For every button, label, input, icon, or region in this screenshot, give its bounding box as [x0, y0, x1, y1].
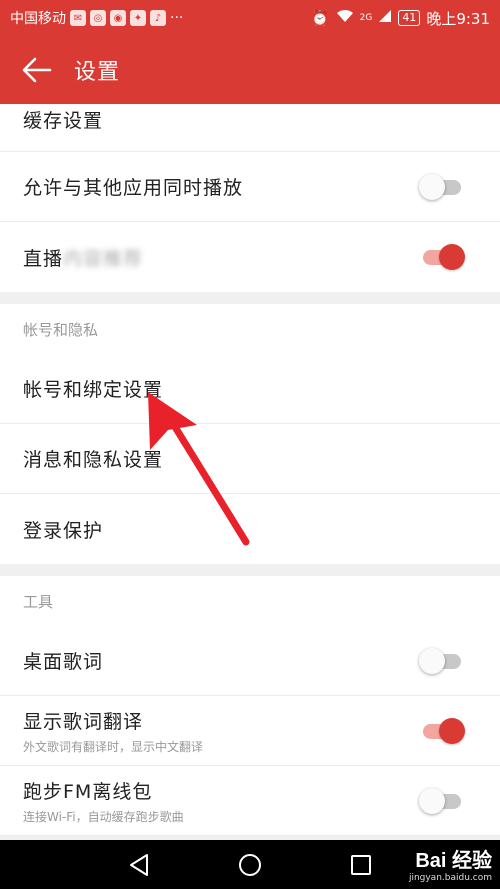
- battery-icon: 41: [398, 10, 421, 26]
- triangle-back-icon: [130, 853, 148, 876]
- app-bar: 设置: [0, 36, 500, 104]
- live-recommend-item[interactable]: 直播内容推荐: [0, 222, 500, 292]
- alarm-icon: ⏰: [310, 9, 330, 27]
- arrow-left-icon: [22, 57, 52, 83]
- row-label: 消息和隐私设置: [23, 449, 164, 471]
- mix-playback-toggle[interactable]: [419, 173, 465, 200]
- desktop-lyrics-toggle[interactable]: [419, 647, 465, 674]
- clock: 晚上9:31: [426, 9, 490, 28]
- lyrics-translation-item[interactable]: 显示歌词翻译 外文歌词有翻译时，显示中文翻译: [0, 696, 500, 766]
- message-privacy-item[interactable]: 消息和隐私设置: [0, 424, 500, 494]
- login-protection-item[interactable]: 登录保护: [0, 494, 500, 564]
- wifi-icon: [336, 9, 354, 27]
- playback-section: 缓存设置 允许与其他应用同时播放 直播内容推荐: [0, 104, 500, 292]
- watermark-sub: jingyan.baidu.com: [408, 873, 492, 883]
- baidu-jingyan-watermark: Bai 经验 jingyan.baidu.com: [409, 844, 492, 883]
- circle-home-icon: [239, 853, 261, 876]
- status-bar: 中国移动 ✉ ◎ ◉ ✦ ♪ ··· ⏰ 2G 41 晚上9:31: [0, 0, 500, 36]
- page-title: 设置: [74, 60, 121, 85]
- lyrics-translation-toggle[interactable]: [419, 717, 465, 744]
- carrier-label: 中国移动: [10, 11, 66, 27]
- weibo-icon: ◉: [110, 10, 126, 26]
- mix-playback-item[interactable]: 允许与其他应用同时播放: [0, 152, 500, 222]
- row-label: 帐号和绑定设置: [23, 379, 164, 401]
- tiktok-icon: ♪: [150, 10, 166, 26]
- section-divider: [0, 564, 500, 576]
- watermark-main: Bai 经验: [415, 850, 492, 872]
- app-icon: ◎: [90, 10, 106, 26]
- row-label-blurred: 内容推荐: [63, 247, 144, 270]
- nav-back-button[interactable]: [109, 840, 169, 889]
- square-recents-icon: [351, 854, 371, 875]
- account-privacy-section: 帐号和隐私 帐号和绑定设置 消息和隐私设置 登录保护: [0, 304, 500, 564]
- app-icon: ✦: [130, 10, 146, 26]
- signal-icon: [378, 9, 392, 27]
- nav-recents-button[interactable]: [331, 840, 391, 889]
- account-binding-item[interactable]: 帐号和绑定设置: [0, 354, 500, 424]
- system-nav-bar: Bai 经验 jingyan.baidu.com: [0, 840, 500, 889]
- cache-settings-item[interactable]: 缓存设置: [0, 104, 500, 152]
- more-notifications-icon: ···: [170, 10, 184, 26]
- running-fm-offline-toggle[interactable]: [419, 787, 465, 814]
- section-divider: [0, 292, 500, 304]
- section-header: 帐号和隐私: [23, 320, 99, 339]
- row-label: 缓存设置: [23, 110, 104, 132]
- running-fm-offline-item[interactable]: 跑步FM离线包 连接Wi-Fi，自动缓存跑步歌曲: [0, 766, 500, 836]
- wechat-icon: ✉: [70, 10, 86, 26]
- network-type: 2G: [359, 13, 373, 23]
- section-header: 工具: [23, 592, 54, 611]
- row-label-visible: 直播: [23, 247, 64, 270]
- settings-list[interactable]: 缓存设置 允许与其他应用同时播放 直播内容推荐 帐号和隐私 帐号和绑定设置 消息…: [0, 104, 500, 840]
- nav-home-button[interactable]: [220, 840, 280, 889]
- tools-section: 工具 桌面歌词 显示歌词翻译 外文歌词有翻译时，显示中文翻译 跑步FM离线包 连…: [0, 576, 500, 836]
- row-label: 登录保护: [23, 519, 104, 542]
- back-button[interactable]: [0, 36, 74, 104]
- live-recommend-toggle[interactable]: [419, 244, 465, 270]
- desktop-lyrics-item[interactable]: 桌面歌词: [0, 626, 500, 696]
